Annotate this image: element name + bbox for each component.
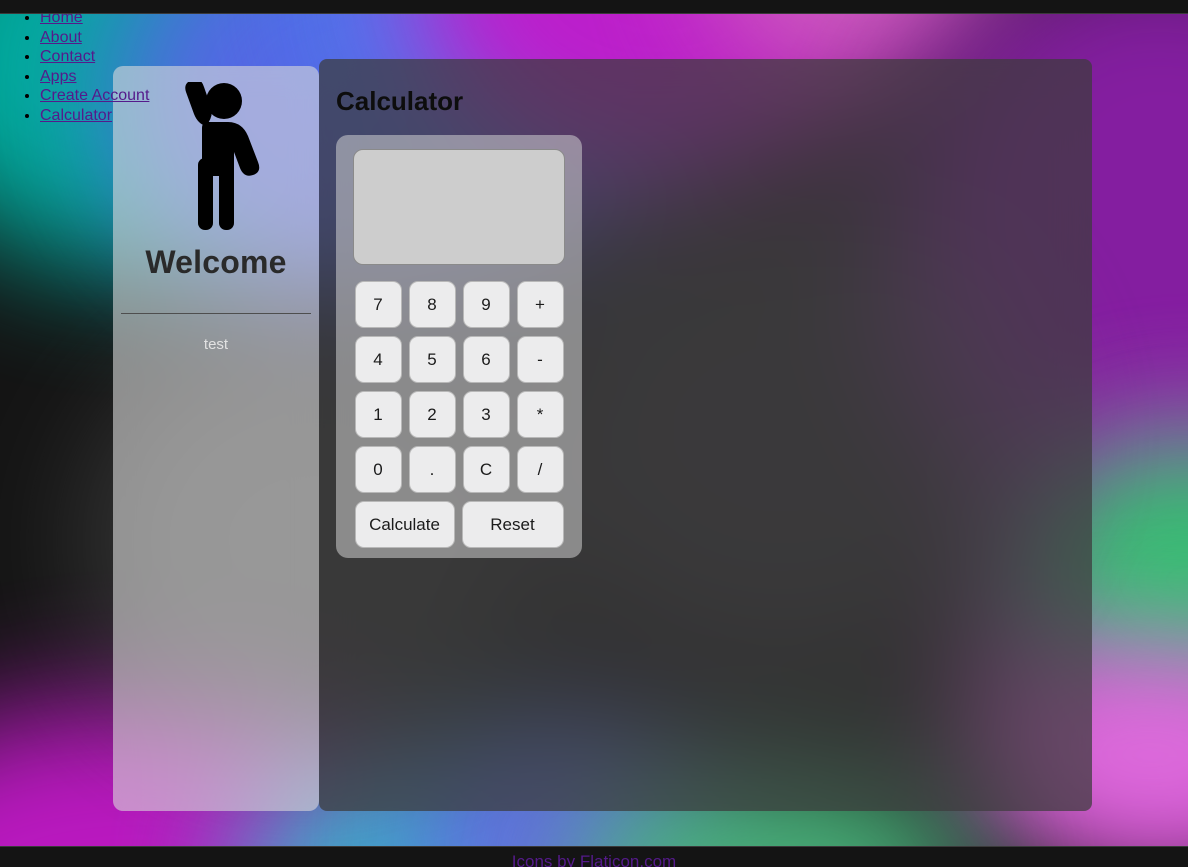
key-plus[interactable]: + — [516, 281, 564, 328]
flaticon-credit-link[interactable]: Icons by Flaticon.com — [512, 852, 676, 867]
nav-link-create-account[interactable]: Create Account — [40, 87, 149, 104]
key-5[interactable]: 5 — [408, 336, 456, 383]
nav-link-about[interactable]: About — [40, 29, 82, 46]
nav-item-contact[interactable]: Contact — [40, 47, 149, 67]
nav-item-create-account[interactable]: Create Account — [40, 86, 149, 106]
key-0[interactable]: 0 — [354, 446, 402, 493]
welcome-title: Welcome — [145, 244, 287, 280]
key-6[interactable]: 6 — [462, 336, 510, 383]
key-3[interactable]: 3 — [462, 391, 510, 438]
nav-item-calculator[interactable]: Calculator — [40, 106, 149, 126]
key-decimal[interactable]: . — [408, 446, 456, 493]
key-9[interactable]: 9 — [462, 281, 510, 328]
calculator-keypad: 7 8 9 + 4 5 6 - 1 2 3 * 0 . C / — [354, 281, 564, 493]
key-2[interactable]: 2 — [408, 391, 456, 438]
main-navigation: Home About Contact Apps Create Account C… — [0, 0, 149, 125]
key-4[interactable]: 4 — [354, 336, 402, 383]
key-1[interactable]: 1 — [354, 391, 402, 438]
calculator-widget: 7 8 9 + 4 5 6 - 1 2 3 * 0 . C / Calculat… — [336, 135, 582, 558]
reset-button[interactable]: Reset — [461, 501, 564, 548]
calculator-action-row: Calculate Reset — [354, 501, 564, 548]
key-clear[interactable]: C — [462, 446, 510, 493]
nav-link-contact[interactable]: Contact — [40, 48, 95, 65]
page-footer: Icons by Flaticon.com — [0, 846, 1188, 867]
calculate-button[interactable]: Calculate — [354, 501, 455, 548]
nav-link-apps[interactable]: Apps — [40, 68, 76, 85]
top-bar — [0, 0, 1188, 14]
key-minus[interactable]: - — [516, 336, 564, 383]
nav-link-calculator[interactable]: Calculator — [40, 107, 112, 124]
welcome-divider — [121, 313, 311, 314]
waving-person-icon — [185, 82, 260, 230]
page-title: Calculator — [336, 86, 464, 116]
nav-item-about[interactable]: About — [40, 28, 149, 48]
key-divide[interactable]: / — [516, 446, 564, 493]
welcome-username: test — [203, 336, 229, 353]
welcome-card: Welcome test — [113, 66, 319, 811]
nav-item-apps[interactable]: Apps — [40, 67, 149, 87]
calculator-display[interactable] — [353, 149, 565, 265]
key-8[interactable]: 8 — [408, 281, 456, 328]
key-multiply[interactable]: * — [516, 391, 564, 438]
key-7[interactable]: 7 — [354, 281, 402, 328]
